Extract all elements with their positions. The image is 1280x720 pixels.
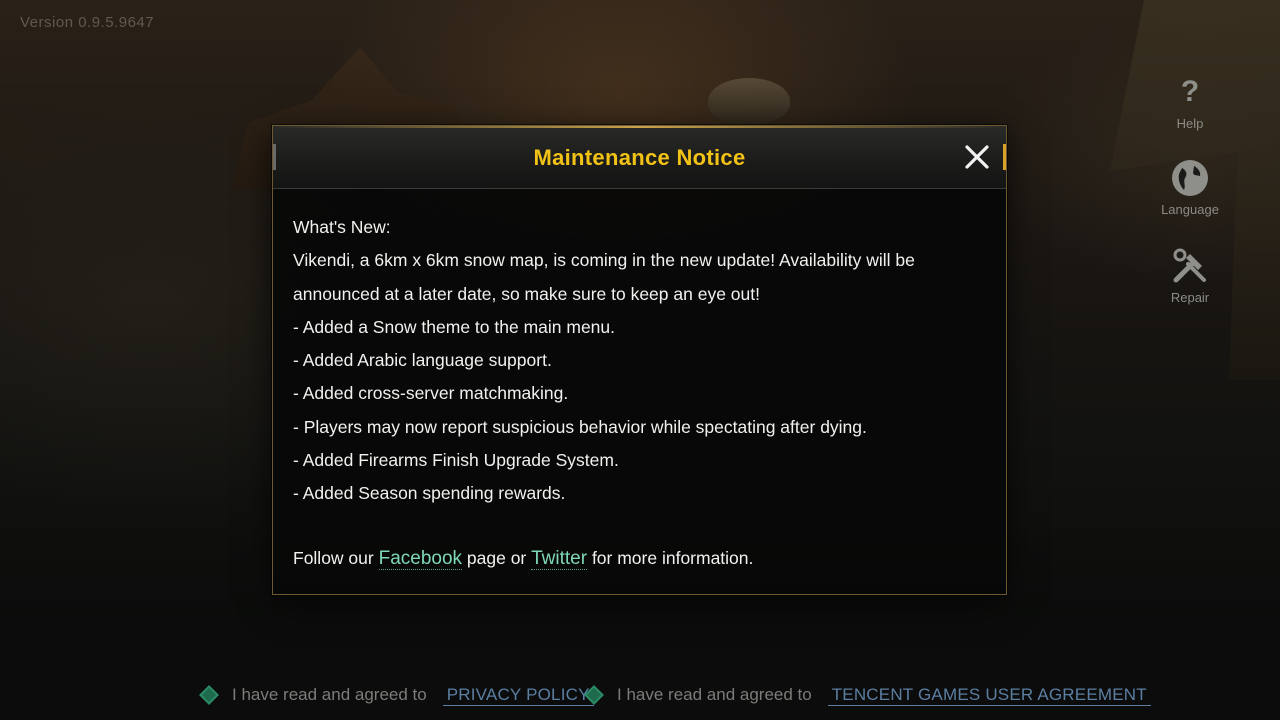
notice-line: - Added cross-server matchmaking. <box>293 383 569 404</box>
privacy-agreement: I have read and agreed to PRIVACY POLICY <box>199 680 594 710</box>
repair-label: Repair <box>1170 290 1210 305</box>
help-label: Help <box>1176 116 1204 131</box>
language-label: Language <box>1161 202 1219 217</box>
user-agreement: I have read and agreed to TENCENT GAMES … <box>584 680 1151 710</box>
background-airship <box>708 78 790 124</box>
globe-icon <box>1170 158 1210 198</box>
notice-line: - Players may now report suspicious beha… <box>293 416 867 437</box>
notice-line: - Added Arabic language support. <box>293 350 552 371</box>
version-label: Version 0.9.5.9647 <box>20 14 155 31</box>
dialog-title: Maintenance Notice <box>533 145 746 170</box>
launcher-screen: Version 0.9.5.9647 ? Help Language Repai… <box>0 0 1280 720</box>
user-agreement-link[interactable]: TENCENT GAMES USER AGREEMENT <box>827 685 1151 706</box>
whats-new-heading: What's New: <box>293 217 391 237</box>
privacy-agreement-text: I have read and agreed to <box>232 685 427 704</box>
user-agreement-checkbox[interactable] <box>584 685 604 705</box>
dialog-header: Maintenance Notice <box>273 126 1006 189</box>
notice-line: Vikendi, a 6km x 6km snow map, is coming… <box>293 250 915 304</box>
follow-suffix: for more information. <box>587 547 754 568</box>
twitter-link[interactable]: Twitter <box>531 547 588 570</box>
tools-icon <box>1170 246 1210 286</box>
user-agreement-text: I have read and agreed to <box>617 685 812 704</box>
notice-line: - Added Season spending rewards. <box>293 483 566 504</box>
language-button[interactable]: Language <box>1160 158 1220 217</box>
question-icon: ? <box>1180 75 1200 108</box>
follow-middle: page or <box>462 547 532 568</box>
follow-line: Follow our Facebook page or Twitter for … <box>293 542 986 575</box>
repair-button[interactable]: Repair <box>1160 246 1220 305</box>
follow-prefix: Follow our <box>293 547 379 568</box>
close-icon <box>965 145 989 169</box>
notice-line: - Added Firearms Finish Upgrade System. <box>293 450 619 471</box>
dialog-body: What's New: Vikendi, a 6km x 6km snow ma… <box>273 189 1006 575</box>
help-button[interactable]: ? Help <box>1160 72 1220 131</box>
privacy-policy-link[interactable]: PRIVACY POLICY <box>442 685 594 706</box>
facebook-link[interactable]: Facebook <box>378 547 463 570</box>
header-accent-right <box>1003 144 1006 170</box>
close-button[interactable] <box>962 142 992 172</box>
privacy-checkbox[interactable] <box>199 685 219 705</box>
maintenance-notice-dialog: Maintenance Notice What's New: Vikendi, … <box>272 125 1007 595</box>
notice-line: - Added a Snow theme to the main menu. <box>293 316 615 337</box>
